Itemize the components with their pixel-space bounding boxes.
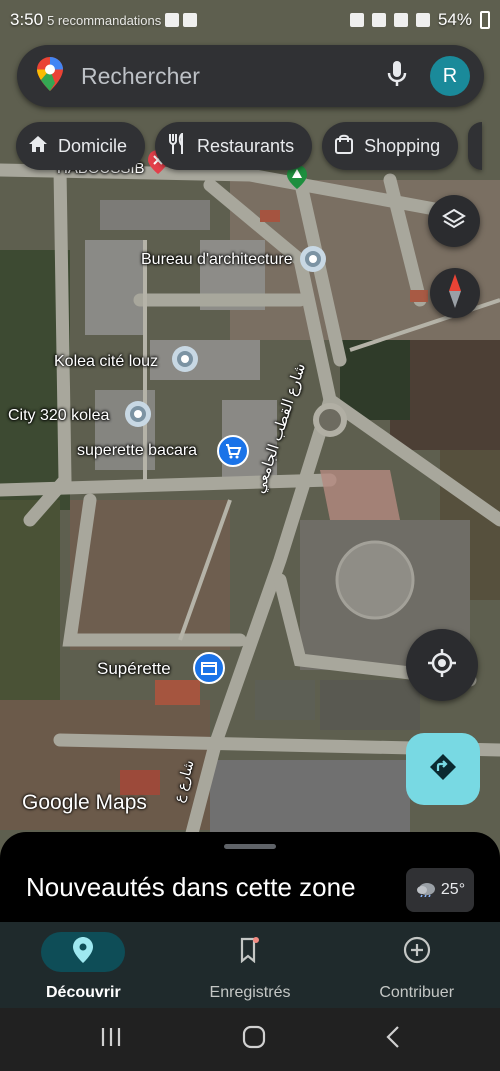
notification-icon bbox=[165, 13, 180, 27]
map-label-superette[interactable]: Supérette bbox=[97, 659, 171, 679]
search-input[interactable]: Rechercher bbox=[81, 63, 386, 90]
back-icon[interactable] bbox=[385, 1025, 401, 1054]
store-pin-icon[interactable] bbox=[193, 652, 225, 689]
shopping-cart-pin-icon[interactable] bbox=[217, 435, 249, 472]
bottom-sheet[interactable]: Nouveautés dans cette zone 25° bbox=[0, 832, 500, 932]
nav-tab-contribuer[interactable]: Contribuer bbox=[333, 922, 500, 1008]
avatar[interactable]: R bbox=[430, 56, 470, 96]
chip-restaurants[interactable]: Restaurants bbox=[155, 122, 313, 170]
google-maps-logo-icon bbox=[37, 56, 63, 96]
category-chips: Domicile Restaurants Shopping bbox=[16, 122, 483, 170]
wifi-icon bbox=[393, 13, 408, 27]
battery-icon bbox=[480, 11, 490, 29]
directions-icon bbox=[428, 752, 458, 787]
layers-icon bbox=[442, 207, 466, 236]
nav-label: Contribuer bbox=[379, 984, 455, 1001]
place-pin-icon[interactable] bbox=[171, 345, 199, 380]
status-bar: 3:50 5 recommandations 54% bbox=[0, 0, 500, 40]
clock: 3:50 bbox=[10, 10, 44, 29]
my-location-button[interactable] bbox=[406, 629, 478, 701]
signal-icon bbox=[415, 13, 430, 27]
weather-chip[interactable]: 25° bbox=[406, 868, 474, 912]
sheet-title: Nouveautés dans cette zone bbox=[26, 872, 356, 902]
nav-tab-decouvrir[interactable]: Découvrir bbox=[0, 922, 167, 1008]
crosshair-icon bbox=[427, 648, 457, 683]
layers-button[interactable] bbox=[428, 195, 480, 247]
compass-icon bbox=[447, 273, 463, 313]
chip-label: Shopping bbox=[364, 135, 441, 156]
cloudy-weather-icon bbox=[415, 879, 437, 902]
bottom-navigation: Découvrir Enregistrés Contribuer bbox=[0, 922, 500, 1008]
chip-domicile[interactable]: Domicile bbox=[16, 122, 146, 170]
bookmark-icon bbox=[239, 936, 261, 968]
chip-label: Domicile bbox=[58, 135, 128, 156]
home-button-icon[interactable] bbox=[242, 1025, 266, 1054]
nav-tab-enregistres[interactable]: Enregistrés bbox=[167, 922, 334, 1008]
search-bar[interactable]: Rechercher R bbox=[17, 45, 484, 107]
place-pin-icon[interactable] bbox=[124, 400, 152, 435]
nav-label: Enregistrés bbox=[209, 984, 291, 1001]
microphone-icon[interactable] bbox=[386, 60, 408, 93]
restaurant-icon bbox=[167, 131, 187, 160]
battery-level: 54% bbox=[437, 10, 472, 29]
temperature: 25° bbox=[440, 881, 466, 898]
home-icon bbox=[28, 134, 48, 159]
place-pin-icon[interactable] bbox=[299, 245, 327, 280]
chip-shopping[interactable]: Shopping bbox=[322, 122, 459, 170]
map-label-city320[interactable]: City 320 kolea bbox=[8, 407, 109, 425]
system-navigation-bar bbox=[0, 1008, 500, 1071]
notification-icon bbox=[183, 13, 198, 27]
alarm-icon bbox=[349, 13, 364, 27]
map-label-kolea[interactable]: Kolea cité louz bbox=[54, 353, 158, 371]
status-notification-text: 5 recommandations bbox=[47, 12, 162, 28]
chip-label: Restaurants bbox=[197, 135, 295, 156]
chip-more[interactable] bbox=[468, 122, 483, 170]
explore-pin-icon bbox=[73, 936, 94, 968]
compass-button[interactable] bbox=[430, 268, 480, 318]
google-maps-watermark: Google Maps bbox=[22, 791, 147, 814]
location-icon bbox=[371, 13, 386, 27]
map-label-bacara[interactable]: superette bacara bbox=[77, 442, 197, 460]
add-circle-icon bbox=[403, 936, 431, 969]
map-label-bureau[interactable]: Bureau d'architecture bbox=[141, 251, 293, 269]
recent-apps-icon[interactable] bbox=[99, 1026, 123, 1053]
directions-button[interactable] bbox=[406, 733, 480, 805]
shopping-bag-icon bbox=[334, 133, 354, 160]
nav-label: Découvrir bbox=[45, 984, 121, 1001]
sheet-drag-handle[interactable] bbox=[224, 844, 276, 849]
